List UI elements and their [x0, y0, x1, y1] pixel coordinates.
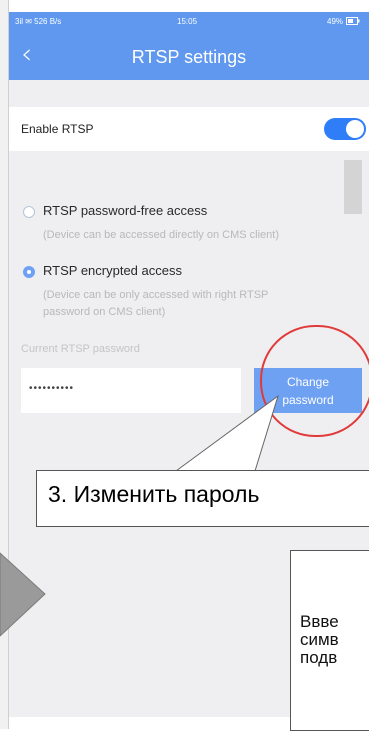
instruction-box-partial: Ввве симв подв — [290, 550, 369, 731]
instruction-box-line-1: Ввве — [300, 612, 339, 631]
screenshot-frame: 3il ✉ 526 B/s 15:05 49% ‹ RTSP settings … — [0, 0, 369, 731]
instruction-box-line-3: подв — [300, 648, 338, 667]
instruction-box-line-2: симв — [300, 630, 339, 649]
